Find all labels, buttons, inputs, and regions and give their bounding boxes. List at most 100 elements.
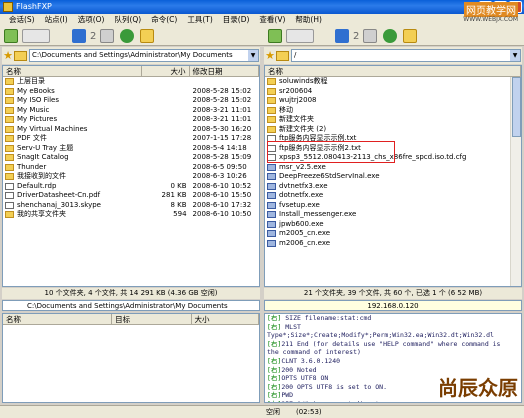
table-row[interactable]: DeepFreeze6StdServInal.exe — [265, 172, 521, 182]
table-row[interactable]: 新建文件夹 — [265, 115, 521, 125]
table-row[interactable]: 我的共享文件夹 594 2008-6-10 10:50 — [3, 210, 259, 220]
file-name: 新建文件夹 — [279, 115, 314, 123]
file-size — [142, 172, 190, 182]
right-folder-icon[interactable] — [403, 29, 418, 43]
table-row[interactable]: My Music 2008-3-21 11:01 — [3, 106, 259, 116]
right-refresh-icon[interactable] — [383, 29, 398, 43]
file-name-cell: wujtrj2008 — [265, 96, 509, 106]
right-connect-icon[interactable] — [268, 29, 282, 43]
stop-icon[interactable] — [100, 29, 115, 43]
menu-options[interactable]: 选项(O) — [73, 14, 110, 26]
table-row[interactable]: m2005_cn.exe — [265, 229, 521, 239]
queue-header: 名称 目标 大小 — [3, 314, 259, 325]
file-name-cell: soluwinds教程 — [265, 77, 509, 87]
table-row[interactable]: SnagIt Catalog 2008-5-28 15:09 — [3, 153, 259, 163]
left-path-bar: ★ C:\Documents and Settings\Administrato… — [2, 47, 260, 64]
table-row[interactable]: soluwinds教程 — [265, 77, 521, 87]
toolbar: 2 2 — [0, 26, 524, 46]
refresh-count-icon[interactable]: 2 — [90, 31, 96, 42]
table-row[interactable]: dvtnetfx3.exe — [265, 182, 521, 192]
table-row[interactable]: My Pictures 2008-3-21 11:01 — [3, 115, 259, 125]
menu-view[interactable]: 查看(V) — [254, 14, 290, 26]
file-name-cell: 上层目录 — [3, 77, 142, 87]
file-name: My ISO Files — [17, 96, 60, 104]
column-date[interactable]: 修改日期 — [190, 66, 259, 76]
table-row[interactable]: Install_messenger.exe — [265, 210, 521, 220]
table-row[interactable]: jpwb600.exe — [265, 220, 521, 230]
file-name-cell: My eBooks — [3, 87, 142, 97]
file-name-cell: Serv-U Tray 主题 — [3, 144, 142, 154]
queue-pane: 名称 目标 大小 — [2, 313, 260, 403]
log-line: [右] SIZE filename:stat:cmd — [265, 314, 521, 323]
left-file-header: 名称 大小 修改日期 — [3, 66, 259, 77]
table-row[interactable]: Serv-U Tray 主题 2008-5-4 14:18 — [3, 144, 259, 154]
file-size: 281 KB — [161, 191, 187, 199]
right-refresh-count-icon[interactable]: 2 — [353, 31, 359, 42]
folder-icon[interactable] — [140, 29, 155, 43]
table-row[interactable]: dotnetfx.exe — [265, 191, 521, 201]
table-row[interactable]: m2006_cn.exe — [265, 239, 521, 249]
left-file-pane: 名称 大小 修改日期 上层目录 My eBooks 2008-5-28 15:02 M… — [2, 65, 260, 287]
table-row[interactable]: PDF 文件 2007-1-15 17:28 — [3, 134, 259, 144]
exe-icon — [267, 182, 276, 190]
table-row[interactable]: sr200604 — [265, 87, 521, 97]
log-source: [右] — [267, 400, 281, 402]
menu-tools[interactable]: 工具(T) — [182, 14, 217, 26]
connection-dropdown[interactable] — [22, 29, 50, 43]
bottom-status-bar: 空闲 (02:53) — [0, 405, 524, 418]
left-path-input[interactable]: C:\Documents and Settings\Administrator\… — [29, 49, 259, 62]
menu-sites[interactable]: 站点(I) — [40, 14, 73, 26]
right-connection-dropdown[interactable] — [286, 29, 314, 43]
refresh-icon[interactable] — [120, 29, 135, 43]
table-row[interactable]: 新建文件夹 (2) — [265, 125, 521, 135]
table-row[interactable]: wujtrj2008 — [265, 96, 521, 106]
table-row[interactable]: Default.rdp 0 KB 2008-6-10 10:52 — [3, 182, 259, 192]
transfer-icon[interactable] — [72, 29, 86, 43]
favorites-star-icon[interactable]: ★ — [2, 49, 14, 62]
table-row[interactable]: My Virtual Machines 2008-5-30 16:20 — [3, 125, 259, 135]
table-row[interactable]: shenchanaj_3013.skype 8 KB 2008-6-10 17:32 — [3, 201, 259, 211]
table-row[interactable]: 移动 — [265, 106, 521, 116]
table-row[interactable]: My eBooks 2008-5-28 15:02 — [3, 87, 259, 97]
right-path-input[interactable]: / ▼ — [291, 49, 521, 62]
file-size — [142, 144, 190, 154]
file-date — [190, 77, 259, 87]
table-row[interactable]: fvsetup.exe — [265, 201, 521, 211]
table-row[interactable]: 上层目录 — [3, 77, 259, 87]
column-name[interactable]: 名称 — [3, 66, 142, 76]
right-transfer-icon[interactable] — [335, 29, 349, 43]
menu-directory[interactable]: 目录(D) — [218, 14, 255, 26]
table-row[interactable]: 我接收到的文件 2008-6-3 10:26 — [3, 172, 259, 182]
right-scroll-thumb[interactable] — [512, 77, 521, 137]
watermark-brand: 尚辰众原 — [438, 376, 518, 400]
file-name: soluwinds教程 — [279, 77, 328, 85]
right-column-name[interactable]: 名称 — [265, 66, 521, 76]
file-name: sr200604 — [279, 86, 313, 95]
folder-icon — [267, 125, 276, 133]
table-row[interactable]: My ISO Files 2008-5-28 15:02 — [3, 96, 259, 106]
right-scrollbar[interactable] — [510, 77, 521, 286]
file-name: DeepFreeze6StdServInal.exe — [279, 172, 380, 180]
right-favorites-star-icon[interactable]: ★ — [264, 49, 276, 62]
file-name: fvsetup.exe — [279, 200, 320, 209]
right-stop-icon[interactable] — [363, 29, 378, 43]
queue-column-target[interactable]: 目标 — [112, 314, 192, 324]
connect-icon[interactable] — [4, 29, 18, 43]
table-row[interactable]: msr_v2.5.exe — [265, 163, 521, 173]
file-name-cell: m2005_cn.exe — [265, 229, 509, 239]
file-name: My Music — [17, 105, 50, 114]
menu-help[interactable]: 帮助(H) — [290, 14, 327, 26]
menu-commands[interactable]: 命令(C) — [146, 14, 182, 26]
menu-queue[interactable]: 队列(Q) — [109, 14, 146, 26]
right-path-dropdown-icon[interactable]: ▼ — [510, 50, 520, 61]
queue-column-name[interactable]: 名称 — [3, 314, 113, 324]
column-size[interactable]: 大小 — [142, 66, 190, 76]
file-icon — [5, 192, 14, 200]
folder-icon — [267, 116, 276, 124]
left-path-dropdown-icon[interactable]: ▼ — [248, 50, 258, 61]
table-row[interactable]: Thunder 2008-6-5 09:50 — [3, 163, 259, 173]
table-row[interactable]: DriverDatasheet-Cn.pdf 281 KB 2008-6-10 15… — [3, 191, 259, 201]
queue-column-size[interactable]: 大小 — [192, 314, 259, 324]
file-date: 2008-5-28 15:02 — [192, 96, 252, 104]
menu-session[interactable]: 会话(S) — [4, 14, 40, 26]
